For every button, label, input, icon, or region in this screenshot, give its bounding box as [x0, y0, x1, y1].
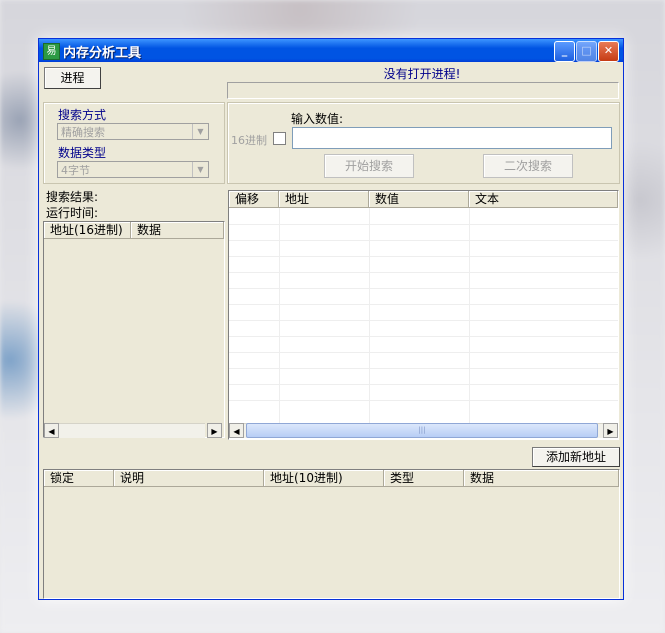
window-title: 内存分析工具: [63, 46, 142, 61]
data-type-select[interactable]: 4字节 ▼: [57, 161, 209, 178]
progress-bar: [227, 82, 619, 99]
app-window: 易 内存分析工具 _ □ ✕ 进程 没有打开进程! 搜索方式 精确搜索 ▼ 数据…: [38, 38, 624, 600]
close-button[interactable]: ✕: [598, 41, 619, 62]
grid-line: [229, 352, 618, 353]
grid-line: [229, 400, 618, 401]
search-method-value: 精确搜索: [61, 126, 105, 139]
minimize-button[interactable]: _: [554, 41, 575, 62]
maximize-button[interactable]: □: [576, 41, 597, 62]
chevron-down-icon[interactable]: ▼: [192, 124, 208, 139]
add-new-address-button[interactable]: 添加新地址: [532, 447, 620, 467]
search-results-label: 搜索结果:: [46, 190, 99, 204]
arrow-right-icon[interactable]: ▶: [207, 423, 222, 438]
memory-scroll-thumb[interactable]: |||: [246, 423, 598, 438]
column-header-lock[interactable]: 锁定: [44, 470, 114, 487]
column-header-address-dec[interactable]: 地址(10进制): [264, 470, 384, 487]
process-button[interactable]: 进程: [44, 67, 101, 89]
grid-line: [229, 368, 618, 369]
data-type-label: 数据类型: [58, 146, 107, 160]
title-bar[interactable]: 易 内存分析工具 _ □ ✕: [39, 39, 623, 62]
hex-label: 16进制: [231, 134, 267, 147]
column-header-description[interactable]: 说明: [114, 470, 264, 487]
column-header-type[interactable]: 类型: [384, 470, 464, 487]
column-header-data[interactable]: 数据: [131, 222, 224, 239]
column-header-data[interactable]: 数据: [464, 470, 619, 487]
grid-line: [229, 336, 618, 337]
grid-line: [229, 256, 618, 257]
input-value-label: 输入数值:: [291, 112, 344, 126]
start-search-button[interactable]: 开始搜索: [324, 154, 414, 178]
grid-line: [229, 224, 618, 225]
column-header-address[interactable]: 地址: [279, 191, 369, 208]
search-method-select[interactable]: 精确搜索 ▼: [57, 123, 209, 140]
chevron-down-icon[interactable]: ▼: [192, 162, 208, 177]
column-header-address-hex[interactable]: 地址(16进制): [44, 222, 131, 239]
grid-line: [229, 384, 618, 385]
column-header-text[interactable]: 文本: [469, 191, 618, 208]
app-icon: 易: [43, 43, 60, 60]
memory-view-list[interactable]: 偏移 地址 数值 文本 ◀ ||| ▶: [228, 190, 619, 440]
search-method-label: 搜索方式: [58, 108, 107, 122]
hex-checkbox[interactable]: [273, 132, 286, 145]
grid-line: [229, 240, 618, 241]
search-value-input[interactable]: [292, 127, 612, 149]
column-header-value[interactable]: 数值: [369, 191, 469, 208]
grid-line: [229, 272, 618, 273]
arrow-left-icon[interactable]: ◀: [229, 423, 244, 438]
arrow-right-icon[interactable]: ▶: [603, 423, 618, 438]
second-search-button[interactable]: 二次搜索: [483, 154, 573, 178]
grid-line: [229, 288, 618, 289]
results-scroll-track[interactable]: [59, 423, 205, 438]
process-status-text: 没有打开进程!: [383, 67, 461, 81]
results-list[interactable]: 地址(16进制) 数据: [43, 221, 225, 438]
column-header-offset[interactable]: 偏移: [229, 191, 279, 208]
data-type-value: 4字节: [61, 164, 90, 177]
grid-line: [229, 320, 618, 321]
address-table[interactable]: 锁定 说明 地址(10进制) 类型 数据: [43, 469, 620, 599]
runtime-label: 运行时间:: [46, 206, 99, 220]
arrow-left-icon[interactable]: ◀: [44, 423, 59, 438]
grid-line: [229, 304, 618, 305]
